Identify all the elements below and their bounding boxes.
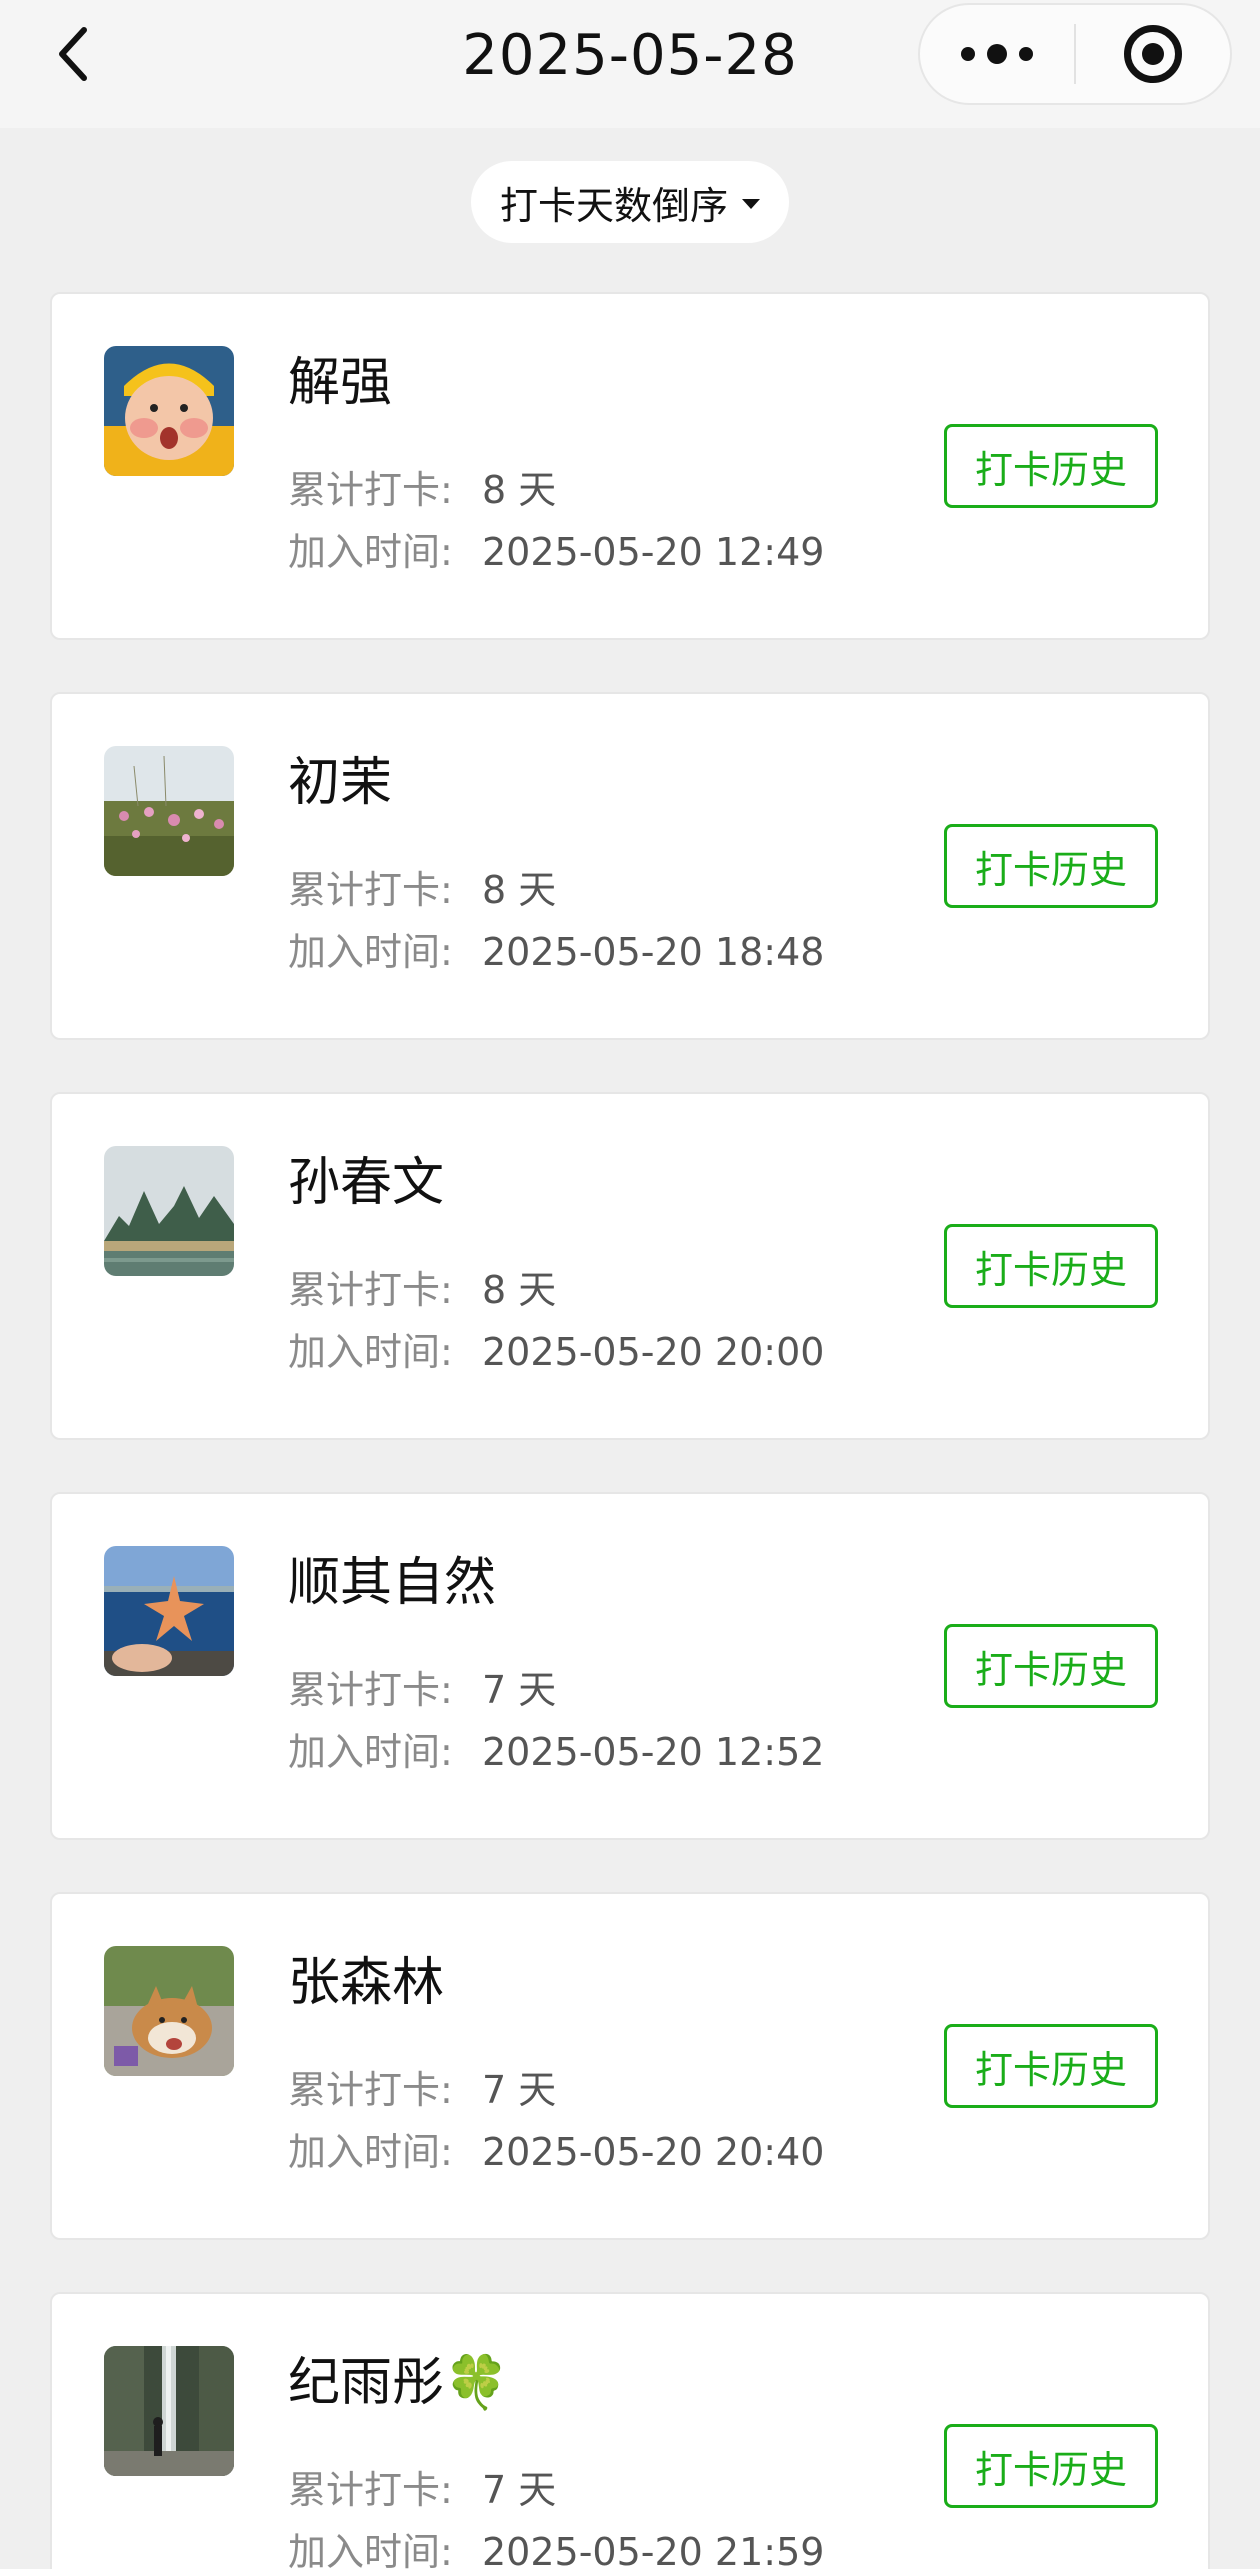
join-time-label: 加入时间:	[288, 1330, 453, 1374]
checkin-history-button[interactable]: 打卡历史	[944, 424, 1158, 508]
total-checkin-label: 累计打卡:	[288, 2468, 453, 2512]
sort-dropdown[interactable]: 打卡天数倒序	[471, 161, 789, 243]
total-checkin-value: 8 天	[482, 868, 557, 912]
close-button[interactable]	[1076, 5, 1230, 103]
mini-program-capsule	[918, 3, 1232, 105]
join-time-label: 加入时间:	[288, 2130, 453, 2174]
sort-label: 打卡天数倒序	[499, 183, 728, 228]
member-name: 孙春文	[288, 1153, 445, 1213]
join-time-label: 加入时间:	[288, 930, 453, 974]
caret-down-icon	[742, 199, 760, 209]
navigation-bar: 2025-05-28	[0, 0, 1260, 128]
total-checkin-value: 7 天	[482, 2068, 557, 2112]
member-list: 解强 累计打卡: 8 天 加入时间: 2025-05-20 12:49 打卡历史	[50, 292, 1210, 2569]
join-time-row: 加入时间: 2025-05-20 20:00	[288, 1328, 824, 1376]
join-time-label: 加入时间:	[288, 2530, 453, 2569]
member-card: 解强 累计打卡: 8 天 加入时间: 2025-05-20 12:49 打卡历史	[50, 292, 1210, 640]
join-time-value: 2025-05-20 21:59	[482, 2530, 825, 2569]
join-time-value: 2025-05-20 12:49	[482, 530, 825, 574]
more-dots-icon	[961, 44, 1033, 64]
member-name: 纪雨彤🍀	[288, 2353, 509, 2413]
back-button[interactable]	[46, 22, 102, 86]
total-checkin-label: 累计打卡:	[288, 1268, 453, 1312]
total-checkin-label: 累计打卡:	[288, 868, 453, 912]
join-time-row: 加入时间: 2025-05-20 12:49	[288, 528, 824, 576]
total-checkin-row: 累计打卡: 7 天	[288, 2466, 556, 2514]
join-time-value: 2025-05-20 18:48	[482, 930, 825, 974]
member-name: 初茉	[288, 753, 393, 813]
member-card: 孙春文 累计打卡: 8 天 加入时间: 2025-05-20 20:00 打卡历…	[50, 1092, 1210, 1440]
checkin-history-button[interactable]: 打卡历史	[944, 2424, 1158, 2508]
total-checkin-value: 8 天	[482, 1268, 557, 1312]
member-card: 顺其自然 累计打卡: 7 天 加入时间: 2025-05-20 12:52 打卡…	[50, 1492, 1210, 1840]
avatar[interactable]	[104, 1546, 234, 1676]
checkin-history-button[interactable]: 打卡历史	[944, 1624, 1158, 1708]
avatar[interactable]	[104, 1946, 234, 2076]
member-name: 张森林	[288, 1953, 445, 2013]
member-card: 纪雨彤🍀 累计打卡: 7 天 加入时间: 2025-05-20 21:59 打卡…	[50, 2292, 1210, 2569]
total-checkin-label: 累计打卡:	[288, 468, 453, 512]
chevron-left-icon	[59, 27, 87, 81]
checkin-history-button[interactable]: 打卡历史	[944, 824, 1158, 908]
more-button[interactable]	[920, 5, 1074, 103]
total-checkin-row: 累计打卡: 7 天	[288, 2066, 556, 2114]
member-name: 解强	[288, 353, 393, 413]
total-checkin-row: 累计打卡: 7 天	[288, 1666, 556, 1714]
checkin-history-button[interactable]: 打卡历史	[944, 1224, 1158, 1308]
total-checkin-row: 累计打卡: 8 天	[288, 1266, 556, 1314]
avatar[interactable]	[104, 1146, 234, 1276]
total-checkin-value: 7 天	[482, 1668, 557, 1712]
join-time-label: 加入时间:	[288, 1730, 453, 1774]
join-time-value: 2025-05-20 20:40	[482, 2130, 825, 2174]
member-card: 张森林 累计打卡: 7 天 加入时间: 2025-05-20 20:40 打卡历…	[50, 1892, 1210, 2240]
target-icon	[1123, 25, 1182, 83]
member-card: 初茉 累计打卡: 8 天 加入时间: 2025-05-20 18:48 打卡历史	[50, 692, 1210, 1040]
checkin-history-button[interactable]: 打卡历史	[944, 2024, 1158, 2108]
join-time-row: 加入时间: 2025-05-20 20:40	[288, 2128, 824, 2176]
join-time-label: 加入时间:	[288, 530, 453, 574]
total-checkin-value: 7 天	[482, 2468, 557, 2512]
total-checkin-value: 8 天	[482, 468, 557, 512]
total-checkin-label: 累计打卡:	[288, 1668, 453, 1712]
avatar[interactable]	[104, 2346, 234, 2476]
join-time-row: 加入时间: 2025-05-20 12:52	[288, 1728, 824, 1776]
total-checkin-row: 累计打卡: 8 天	[288, 466, 556, 514]
total-checkin-label: 累计打卡:	[288, 2068, 453, 2112]
member-name: 顺其自然	[288, 1553, 497, 1613]
avatar[interactable]	[104, 746, 234, 876]
total-checkin-row: 累计打卡: 8 天	[288, 866, 556, 914]
join-time-value: 2025-05-20 20:00	[482, 1330, 825, 1374]
join-time-row: 加入时间: 2025-05-20 18:48	[288, 928, 824, 976]
join-time-value: 2025-05-20 12:52	[482, 1730, 825, 1774]
join-time-row: 加入时间: 2025-05-20 21:59	[288, 2528, 824, 2569]
avatar[interactable]	[104, 346, 234, 476]
